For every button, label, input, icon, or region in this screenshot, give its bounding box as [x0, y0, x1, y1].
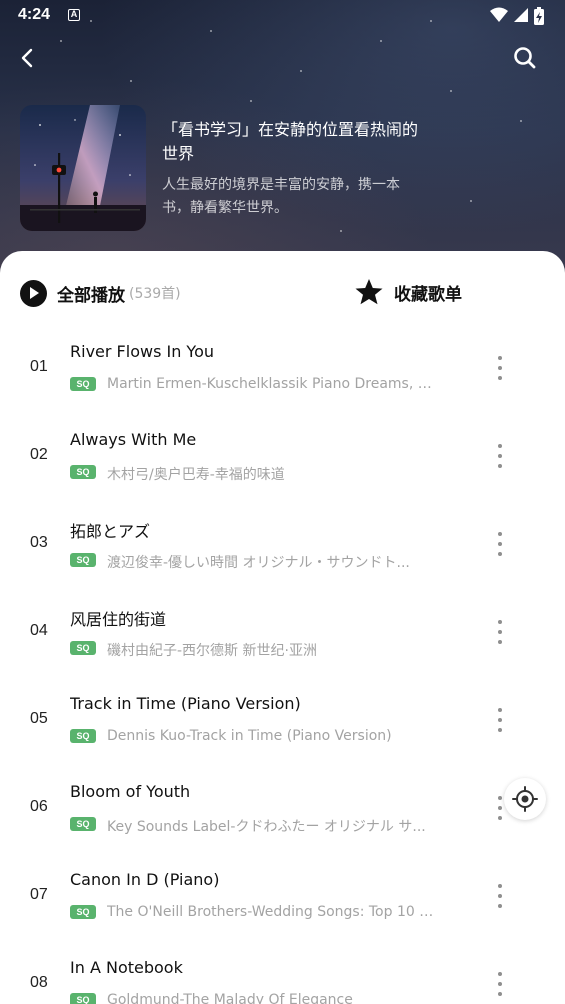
track-row[interactable]: 06 Bloom of Youth SQ Key Sounds Label-クド…	[0, 764, 565, 852]
track-subtitle: Martin Ermen-Kuschelklassik Piano Dreams…	[107, 376, 435, 392]
track-subtitle: 磯村由紀子-西尔德斯 新世纪·亚洲	[107, 643, 317, 659]
search-button[interactable]	[511, 44, 539, 72]
playlist-cover[interactable]	[20, 105, 146, 231]
track-number: 05	[30, 710, 48, 727]
track-subtitle: Dennis Kuo-Track in Time (Piano Version)	[107, 728, 392, 744]
track-number: 04	[30, 622, 48, 639]
track-title: Track in Time (Piano Version)	[70, 694, 301, 713]
track-number: 07	[30, 886, 48, 903]
track-title: In A Notebook	[70, 958, 183, 977]
track-row[interactable]: 08 In A Notebook SQ Goldmund-The Malady …	[0, 940, 565, 1004]
track-number: 08	[30, 974, 48, 991]
sq-badge: SQ	[70, 377, 96, 391]
track-subtitle: Key Sounds Label-クドわふたー オリジナル サ...	[107, 819, 426, 835]
play-circle-icon	[20, 279, 47, 307]
collect-playlist-button[interactable]: 收藏歌单	[354, 277, 462, 307]
sq-badge: SQ	[70, 993, 96, 1004]
signal-icon	[514, 8, 528, 22]
track-row[interactable]: 04 风居住的街道 SQ 磯村由紀子-西尔德斯 新世纪·亚洲	[0, 588, 565, 676]
track-title: 风居住的街道	[70, 610, 167, 629]
track-row[interactable]: 02 Always With Me SQ 木村弓/奥户巴寿-幸福的味道	[0, 412, 565, 500]
wifi-icon	[490, 7, 508, 22]
more-options-icon[interactable]	[488, 970, 512, 998]
sq-badge: SQ	[70, 465, 96, 479]
status-bar: 4:24 A	[0, 0, 565, 32]
search-icon	[514, 47, 536, 69]
track-number: 01	[30, 358, 48, 375]
track-row[interactable]: 05 Track in Time (Piano Version) SQ Denn…	[0, 676, 565, 764]
chevron-left-icon	[21, 48, 33, 68]
track-title: Canon In D (Piano)	[70, 870, 220, 889]
back-button[interactable]	[14, 44, 42, 72]
sq-badge: SQ	[70, 817, 96, 831]
notification-a-icon: A	[68, 9, 80, 21]
status-icons	[489, 6, 549, 26]
locate-target-icon	[512, 786, 538, 812]
track-subtitle: 渡辺俊幸-優しい時間 オリジナル・サウンドト...	[107, 555, 410, 571]
battery-charging-icon	[534, 7, 544, 25]
playlist-description: 人生最好的境界是丰富的安静，携一本书，静看繁华世界。	[162, 177, 400, 216]
cover-image	[20, 105, 146, 231]
more-options-icon[interactable]	[488, 354, 512, 382]
track-number: 03	[30, 534, 48, 551]
track-count: (539首)	[129, 286, 181, 302]
play-all-label: 全部播放	[57, 285, 125, 306]
track-subtitle: Goldmund-The Malady Of Elegance	[107, 992, 353, 1004]
play-all-button[interactable]: 全部播放 (539首)	[20, 278, 181, 308]
track-list: 01 River Flows In You SQ Martin Ermen-Ku…	[0, 324, 565, 1004]
status-time: 4:24	[18, 6, 51, 23]
track-number: 02	[30, 446, 48, 463]
more-options-icon[interactable]	[488, 442, 512, 470]
track-row[interactable]: 07 Canon In D (Piano) SQ The O'Neill Bro…	[0, 852, 565, 940]
sq-badge: SQ	[70, 729, 96, 743]
more-options-icon[interactable]	[488, 882, 512, 910]
track-title: River Flows In You	[70, 342, 215, 361]
track-title: Bloom of Youth	[70, 782, 191, 801]
locate-current-track-button[interactable]	[504, 778, 546, 820]
track-title: Always With Me	[70, 430, 197, 449]
collect-label: 收藏歌单	[394, 284, 462, 305]
sq-badge: SQ	[70, 553, 96, 567]
more-options-icon[interactable]	[488, 618, 512, 646]
track-subtitle: 木村弓/奥户巴寿-幸福的味道	[107, 467, 285, 483]
more-options-icon[interactable]	[488, 530, 512, 558]
track-row[interactable]: 03 拓郎とアズ SQ 渡辺俊幸-優しい時間 オリジナル・サウンドト...	[0, 500, 565, 588]
playlist-title: 「看书学习」在安静的位置看热闹的世界	[162, 120, 419, 163]
more-options-icon[interactable]	[488, 706, 512, 734]
track-row[interactable]: 01 River Flows In You SQ Martin Ermen-Ku…	[0, 324, 565, 412]
star-icon	[355, 279, 383, 305]
sq-badge: SQ	[70, 641, 96, 655]
track-subtitle: The O'Neill Brothers-Wedding Songs: Top …	[107, 904, 435, 920]
track-title: 拓郎とアズ	[70, 522, 151, 541]
track-number: 06	[30, 798, 48, 815]
sq-badge: SQ	[70, 905, 96, 919]
